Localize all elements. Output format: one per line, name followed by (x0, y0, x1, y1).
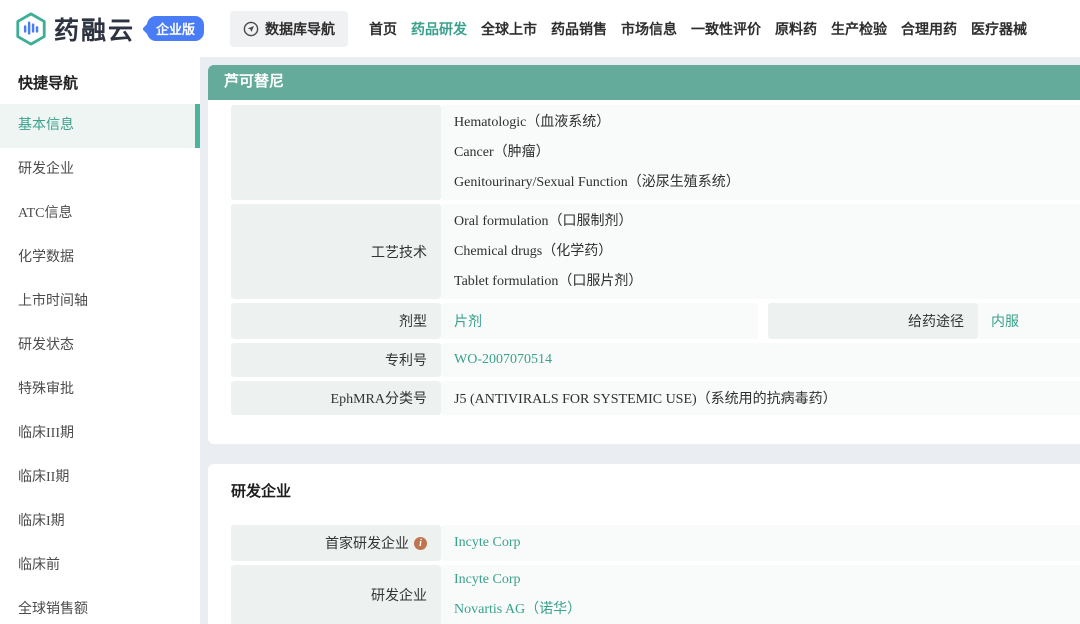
sidebar-item-basic-info[interactable]: 基本信息 (0, 104, 200, 148)
nav-global-launch[interactable]: 全球上市 (481, 19, 537, 39)
drug-title: 芦可替尼 (224, 74, 284, 90)
rd-companies-title: 研发企业 (231, 480, 1080, 501)
nav-home[interactable]: 首页 (369, 19, 397, 39)
main-content: 芦可替尼 Hematologic（血液系统） Cancer（肿瘤） Genito… (200, 57, 1080, 624)
sidebar-item-global-sales[interactable]: 全球销售额 (0, 588, 200, 624)
nav-drug-sales[interactable]: 药品销售 (551, 19, 607, 39)
sidebar-title: 快捷导航 (0, 57, 200, 104)
compass-icon (243, 21, 259, 37)
sidebar-item-clinical-phase3[interactable]: 临床III期 (0, 412, 200, 456)
row-value: J5 (ANTIVIRALS FOR SYSTEMIC USE)（系统用的抗病毒… (441, 381, 1080, 415)
rd-companies-card: 研发企业 首家研发企业 i Incyte Corp 研发企业 Incyte Co… (208, 464, 1080, 624)
edition-badge: 企业版 (147, 16, 204, 41)
table-row-dosage-form: 剂型 片剂 给药途径 内服 (231, 303, 1080, 339)
row-label: 首家研发企业 i (231, 525, 441, 561)
basic-info-card: 芦可替尼 Hematologic（血液系统） Cancer（肿瘤） Genito… (208, 65, 1080, 444)
company-link[interactable]: Novartis AG（诺华） (454, 602, 581, 617)
first-rd-company-label: 首家研发企业 (325, 533, 409, 553)
sidebar: 快捷导航 基本信息 研发企业 ATC信息 化学数据 上市时间轴 研发状态 特殊审… (0, 57, 200, 624)
table-row-patent-number: 专利号 WO-2007070514 (231, 343, 1080, 377)
row-value: 内服 (978, 303, 1080, 339)
row-values: Incyte Corp Novartis AG（诺华） (441, 565, 1080, 624)
logo-hexagon-icon (14, 12, 48, 46)
nav-production-inspection[interactable]: 生产检验 (831, 19, 887, 39)
value-item: Hematologic（血液系统） (454, 108, 1080, 138)
sidebar-item-special-approval[interactable]: 特殊审批 (0, 368, 200, 412)
nav-rational-use[interactable]: 合理用药 (901, 19, 957, 39)
app-root: 药融云 企业版 数据库导航 首页 药品研发 全球上市 药品销售 市场信息 一致性… (0, 0, 1080, 624)
row-value: Incyte Corp (441, 525, 1080, 561)
row-label (231, 105, 441, 200)
nav-api[interactable]: 原料药 (775, 19, 817, 39)
database-nav-label: 数据库导航 (265, 19, 335, 39)
sidebar-item-preclinical[interactable]: 临床前 (0, 544, 200, 588)
content-wrap: 快捷导航 基本信息 研发企业 ATC信息 化学数据 上市时间轴 研发状态 特殊审… (0, 57, 1080, 624)
row-value: 片剂 (441, 303, 758, 339)
nav-consistency-eval[interactable]: 一致性评价 (691, 19, 761, 39)
main-nav: 首页 药品研发 全球上市 药品销售 市场信息 一致性评价 原料药 生产检验 合理… (362, 19, 1034, 39)
table-row-first-rd-company: 首家研发企业 i Incyte Corp (231, 525, 1080, 561)
row-label: 专利号 (231, 343, 441, 377)
patent-number-link[interactable]: WO-2007070514 (454, 352, 1080, 368)
sidebar-item-clinical-phase2[interactable]: 临床II期 (0, 456, 200, 500)
basic-info-table: Hematologic（血液系统） Cancer（肿瘤） Genitourina… (208, 100, 1080, 444)
row-values: Oral formulation（口服制剂） Chemical drugs（化学… (441, 204, 1080, 299)
logo[interactable]: 药融云 企业版 (14, 11, 204, 47)
value-item: Chemical drugs（化学药） (454, 237, 1080, 267)
database-nav-button[interactable]: 数据库导航 (230, 11, 348, 47)
row-value: WO-2007070514 (441, 343, 1080, 377)
company-link[interactable]: Incyte Corp (454, 572, 520, 587)
company-link[interactable]: Incyte Corp (454, 535, 1080, 551)
value-item: Genitourinary/Sexual Function（泌尿生殖系统） (454, 168, 1080, 198)
value-item: Tablet formulation（口服片剂） (454, 267, 1080, 297)
table-row-ephmra-code: EphMRA分类号 J5 (ANTIVIRALS FOR SYSTEMIC US… (231, 381, 1080, 415)
row-label: 研发企业 (231, 565, 441, 624)
drug-title-bar: 芦可替尼 (208, 65, 1080, 100)
table-row-therapy-areas: Hematologic（血液系统） Cancer（肿瘤） Genitourina… (231, 105, 1080, 200)
sidebar-item-rd-status[interactable]: 研发状态 (0, 324, 200, 368)
value-item: Cancer（肿瘤） (454, 138, 1080, 168)
row-label: 剂型 (231, 303, 441, 339)
row-label: 给药途径 (768, 303, 978, 339)
row-label: EphMRA分类号 (231, 381, 441, 415)
nav-medical-devices[interactable]: 医疗器械 (971, 19, 1027, 39)
nav-drug-rd[interactable]: 药品研发 (411, 19, 467, 39)
sidebar-item-atc-info[interactable]: ATC信息 (0, 192, 200, 236)
sidebar-item-launch-timeline[interactable]: 上市时间轴 (0, 280, 200, 324)
nav-market-info[interactable]: 市场信息 (621, 19, 677, 39)
sidebar-item-clinical-phase1[interactable]: 临床I期 (0, 500, 200, 544)
table-row-rd-companies: 研发企业 Incyte Corp Novartis AG（诺华） (231, 565, 1080, 624)
info-icon[interactable]: i (414, 537, 427, 550)
table-row-process-technology: 工艺技术 Oral formulation（口服制剂） Chemical dru… (231, 204, 1080, 299)
row-values: Hematologic（血液系统） Cancer（肿瘤） Genitourina… (441, 105, 1080, 200)
value-item: Oral formulation（口服制剂） (454, 207, 1080, 237)
ephmra-code-value: J5 (ANTIVIRALS FOR SYSTEMIC USE)（系统用的抗病毒… (454, 388, 1080, 408)
logo-text: 药融云 (54, 11, 135, 47)
sidebar-item-rd-companies[interactable]: 研发企业 (0, 148, 200, 192)
administration-route-link[interactable]: 内服 (991, 311, 1080, 331)
top-header: 药融云 企业版 数据库导航 首页 药品研发 全球上市 药品销售 市场信息 一致性… (0, 0, 1080, 57)
row-label: 工艺技术 (231, 204, 441, 299)
sidebar-item-chemical-data[interactable]: 化学数据 (0, 236, 200, 280)
dosage-form-link[interactable]: 片剂 (454, 311, 758, 331)
row-spacer (758, 303, 768, 339)
